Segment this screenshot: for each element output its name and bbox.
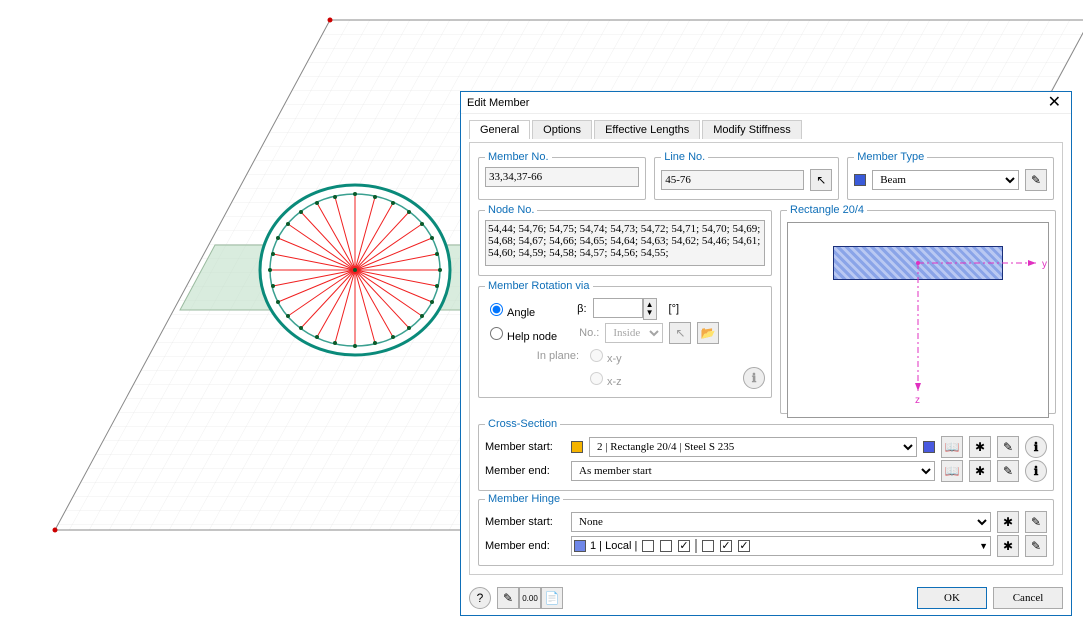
plane-xz-radio: x-z	[585, 369, 622, 388]
open-node-button: 📂	[697, 322, 719, 344]
plane-xy-radio: x-y	[585, 346, 622, 365]
group-member-type: Member Type Beam ✎	[847, 151, 1054, 200]
help-button[interactable]: ?	[469, 587, 491, 609]
rotation-info-button[interactable]: ℹ	[743, 367, 765, 389]
beta-input[interactable]	[593, 298, 643, 318]
rotation-helpnode-radio[interactable]: Help node	[485, 324, 557, 343]
group-line-no: Line No. ↖	[654, 151, 839, 200]
node-no-text[interactable]: 54,44; 54,76; 54,75; 54,74; 54,73; 54,72…	[485, 220, 765, 266]
hinge-start-select[interactable]: None	[571, 512, 991, 532]
tab-general[interactable]: General	[469, 120, 530, 139]
group-cross-section: Cross-Section Member start: 2 | Rectangl…	[478, 418, 1054, 491]
member-type-color	[854, 174, 866, 186]
cs-start-color	[571, 441, 583, 453]
hinge-end-new-button[interactable]: ✱	[997, 535, 1019, 557]
helpnode-select: Inside	[605, 323, 663, 343]
report-button[interactable]: 📄	[541, 587, 563, 609]
group-node-no: Node No. 54,44; 54,76; 54,75; 54,74; 54,…	[478, 204, 772, 276]
pick-line-button[interactable]: ↖	[810, 169, 832, 191]
cs-end-lib-button[interactable]: 📖	[941, 460, 963, 482]
group-preview: Rectangle 20/4 y z	[780, 204, 1056, 414]
tab-content-general: Member No. Line No. ↖ Member Type Beam ✎…	[469, 142, 1063, 575]
cs-start-color2	[923, 441, 935, 453]
cs-lib-button[interactable]: 📖	[941, 436, 963, 458]
hinge-end-select[interactable]: 1 | Local | ▼	[571, 536, 991, 556]
group-member-rotation: Member Rotation via Angle β: ▲▼ [°] Help…	[478, 280, 772, 398]
cs-info-button[interactable]: ℹ	[1025, 436, 1047, 458]
beta-spinner[interactable]: ▲▼	[643, 298, 657, 320]
hinge-start-edit-button[interactable]: ✎	[1025, 511, 1047, 533]
tab-effective-lengths[interactable]: Effective Lengths	[594, 120, 700, 139]
hinge-end-edit-button[interactable]: ✎	[1025, 535, 1047, 557]
svg-text:y: y	[1042, 259, 1047, 270]
tab-options[interactable]: Options	[532, 120, 592, 139]
member-no-input[interactable]	[485, 167, 639, 187]
comment-button[interactable]: ✎	[497, 587, 519, 609]
svg-text:z: z	[915, 395, 920, 406]
cs-start-select[interactable]: 2 | Rectangle 20/4 | Steel S 235	[589, 437, 917, 457]
cs-end-edit-button[interactable]: ✎	[997, 460, 1019, 482]
dialog-title: Edit Member	[467, 97, 529, 109]
tab-modify-stiffness[interactable]: Modify Stiffness	[702, 120, 801, 139]
group-member-no: Member No.	[478, 151, 646, 200]
close-button[interactable]: ✕	[1044, 95, 1065, 111]
member-type-edit-button[interactable]: ✎	[1025, 169, 1047, 191]
cancel-button[interactable]: Cancel	[993, 587, 1063, 609]
cs-end-info-button[interactable]: ℹ	[1025, 460, 1047, 482]
units-button[interactable]: 0.00	[519, 587, 541, 609]
cs-edit-button[interactable]: ✎	[997, 436, 1019, 458]
cs-end-new-button[interactable]: ✱	[969, 460, 991, 482]
group-member-hinge: Member Hinge Member start: None ✱ ✎ Memb…	[478, 493, 1054, 566]
cs-new-button[interactable]: ✱	[969, 436, 991, 458]
hinge-start-new-button[interactable]: ✱	[997, 511, 1019, 533]
member-type-select[interactable]: Beam	[872, 170, 1019, 190]
tab-bar: General Options Effective Lengths Modify…	[461, 114, 1071, 139]
edit-member-dialog: Edit Member ✕ General Options Effective …	[460, 91, 1072, 616]
cs-end-select[interactable]: As member start	[571, 461, 935, 481]
ok-button[interactable]: OK	[917, 587, 987, 609]
rotation-angle-radio[interactable]: Angle	[485, 300, 535, 319]
section-preview: y z	[787, 222, 1049, 418]
pick-node-button: ↖	[669, 322, 691, 344]
line-no-input[interactable]	[661, 170, 804, 190]
